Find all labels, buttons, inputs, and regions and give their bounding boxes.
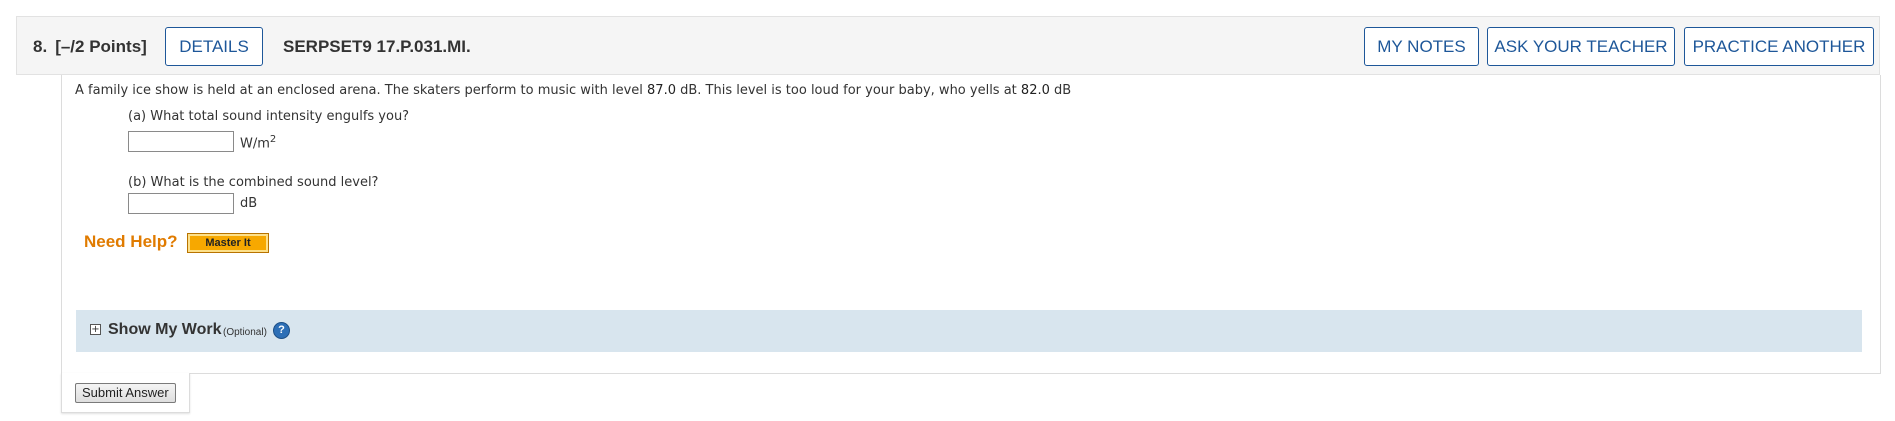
question-number-points: 8. [–/2 Points]	[33, 37, 147, 57]
part-a-answer-input[interactable]	[128, 131, 234, 152]
question-mark-help-icon[interactable]: ?	[273, 322, 290, 339]
part-b-question: (b) What is the combined sound level?	[128, 175, 379, 190]
problem-text-part-2: dB. This level is too loud for your baby…	[675, 83, 1021, 98]
need-help-label: Need Help?	[84, 232, 178, 251]
question-number: 8.	[33, 37, 48, 56]
problem-text-part-3: dB	[1049, 83, 1072, 98]
ask-your-teacher-button[interactable]: ASK YOUR TEACHER	[1487, 27, 1675, 66]
my-notes-button[interactable]: MY NOTES	[1364, 27, 1479, 66]
submit-answer-button[interactable]: Submit Answer	[75, 383, 176, 403]
part-a-unit-exponent: 2	[269, 134, 277, 145]
problem-text-part-1: A family ice show is held at an enclosed…	[75, 83, 648, 98]
practice-another-button[interactable]: PRACTICE ANOTHER	[1684, 27, 1874, 66]
show-my-work-optional-label: (Optional)	[223, 327, 267, 338]
question-code: SERPSET9 17.P.031.MI.	[283, 37, 471, 56]
part-a-unit-base: W/m	[240, 136, 270, 152]
question-points: [–/2 Points]	[55, 37, 147, 56]
part-a-unit: W/m2	[240, 134, 276, 151]
baby-level-value: 82.0	[1020, 83, 1050, 98]
part-a-question: (a) What total sound intensity engulfs y…	[128, 109, 410, 124]
submit-area: Submit Answer	[61, 373, 190, 413]
question-header: 8. [–/2 Points] DETAILS SERPSET9 17.P.031…	[16, 16, 1880, 75]
details-button[interactable]: DETAILS	[165, 27, 263, 66]
music-level-value: 87.0	[647, 83, 676, 98]
problem-statement: A family ice show is held at an enclosed…	[75, 83, 1071, 98]
part-b-answer-input[interactable]	[128, 193, 234, 214]
expand-plus-icon[interactable]: +	[90, 324, 101, 335]
show-my-work-title[interactable]: Show My Work	[108, 321, 222, 339]
master-it-button[interactable]: Master It	[187, 233, 269, 253]
part-b-unit: dB	[240, 196, 258, 211]
show-my-work-bar[interactable]: + Show My Work (Optional) ?	[76, 310, 1862, 352]
